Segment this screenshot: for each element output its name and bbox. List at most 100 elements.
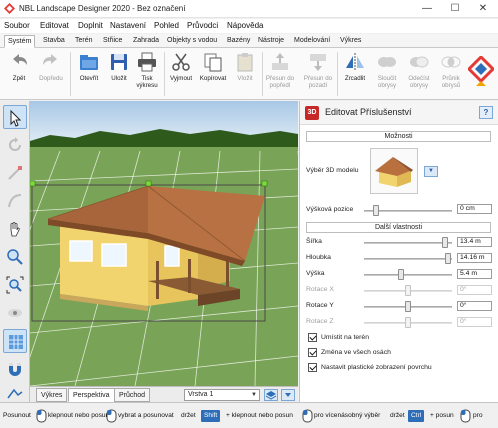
- mouse-icon: [460, 409, 471, 423]
- measure-tool[interactable]: [3, 161, 27, 185]
- menu-soubor[interactable]: Soubor: [4, 21, 30, 30]
- tab-vykres-view[interactable]: Výkres: [36, 388, 68, 402]
- tab-bazeny[interactable]: Bazény: [224, 35, 253, 48]
- tab-modelovani[interactable]: Modelování: [291, 35, 333, 48]
- undo-button[interactable]: Zpět: [2, 51, 36, 97]
- layer-select[interactable]: Vrstva 1 ▼: [184, 389, 260, 401]
- tab-zahrada[interactable]: Zahrada: [130, 35, 162, 48]
- tab-pruchod[interactable]: Průchod: [114, 388, 151, 402]
- view-tool[interactable]: [3, 301, 27, 325]
- paste-button[interactable]: Vložit: [228, 51, 262, 97]
- rotation-x-field[interactable]: 0°: [457, 285, 492, 295]
- width-label: Šířka: [306, 238, 322, 245]
- tab-teren[interactable]: Terén: [72, 35, 96, 48]
- print-label-1: Tisk: [141, 75, 153, 82]
- plastic-surface-checkbox[interactable]: [308, 363, 317, 372]
- bring-front-button[interactable]: Přesun do popředí: [263, 51, 297, 97]
- maximize-button[interactable]: ☐: [441, 0, 469, 18]
- intersect-label-2: obrysů: [441, 82, 461, 89]
- rotation-y-field[interactable]: 0°: [457, 301, 492, 311]
- height-position-field[interactable]: 0 cm: [457, 204, 492, 214]
- menu-pohled[interactable]: Pohled: [154, 21, 179, 30]
- paste-label: Vložit: [237, 75, 253, 82]
- menu-napoveda[interactable]: Nápověda: [227, 21, 263, 30]
- mirror-button[interactable]: Zrcadlit: [338, 51, 372, 97]
- tab-stavba[interactable]: Stavba: [40, 35, 68, 48]
- selection-handle[interactable]: [30, 180, 36, 187]
- height-field[interactable]: 5.4 m: [457, 269, 492, 279]
- send-back-button[interactable]: Přesun do pozadí: [301, 51, 335, 97]
- menu-doplnit[interactable]: Doplnit: [78, 21, 103, 30]
- width-slider-knob[interactable]: [441, 237, 448, 248]
- menu-editovat[interactable]: Editovat: [40, 21, 69, 30]
- model-dropdown-button[interactable]: ▼: [424, 166, 438, 177]
- height-slider-knob[interactable]: [397, 269, 404, 280]
- cut-button[interactable]: Vyjmout: [164, 51, 198, 97]
- rotate-tool[interactable]: [3, 133, 27, 157]
- zoom-extents-tool[interactable]: [3, 273, 27, 297]
- tab-system[interactable]: Systém: [4, 35, 36, 48]
- magnet-tool[interactable]: [3, 357, 27, 381]
- status-hint-1: klepnout nebo posun: [48, 412, 110, 419]
- height-position-slider-knob[interactable]: [373, 205, 379, 216]
- mouse-icon: [302, 409, 313, 423]
- rotation-y-slider-knob[interactable]: [405, 301, 411, 312]
- selection-handle[interactable]: [145, 180, 152, 187]
- open-button[interactable]: Otevřít: [72, 51, 106, 97]
- subtract-outlines-button[interactable]: Odečíst obrysy: [402, 51, 436, 97]
- tab-strice[interactable]: Střiice: [100, 35, 125, 48]
- zoom-tool[interactable]: [3, 245, 27, 269]
- all-axes-checkbox[interactable]: [308, 348, 317, 357]
- shift-key-badge: Shift: [201, 410, 221, 422]
- depth-slider[interactable]: [364, 258, 452, 260]
- tab-objekty-s-vodou[interactable]: Objekty s vodou: [164, 35, 220, 48]
- status-hint-6: pro: [473, 412, 483, 419]
- tab-perspektiva[interactable]: Perspektiva: [68, 388, 115, 402]
- layers-button[interactable]: [264, 389, 278, 401]
- merge-outlines-button[interactable]: Sloučit obrysy: [370, 51, 404, 97]
- panel-header: 3D Editovat Příslušenství ?: [300, 101, 498, 125]
- close-button[interactable]: ✕: [469, 0, 497, 18]
- tab-vykres[interactable]: Výkres: [337, 35, 364, 48]
- minimize-button[interactable]: —: [413, 0, 441, 18]
- more-properties-header: Další vlastnosti: [306, 222, 491, 233]
- intersect-label-1: Průnik: [442, 75, 460, 82]
- copy-button[interactable]: Kopírovat: [196, 51, 230, 97]
- ribbon-tabs: Systém Stavba Terén Střiice Zahrada Obje…: [0, 34, 498, 48]
- redo-icon: [43, 54, 57, 65]
- curve-tool[interactable]: [3, 189, 27, 213]
- subtract-icon: [410, 56, 429, 68]
- model-thumbnail[interactable]: [370, 148, 418, 194]
- pan-tool[interactable]: [3, 217, 27, 241]
- mirror-icon: [346, 53, 364, 71]
- help-button[interactable]: ?: [479, 106, 493, 119]
- open-label: Otevřít: [79, 75, 99, 82]
- place-on-terrain-checkbox[interactable]: [308, 333, 317, 342]
- layer-dropdown-button[interactable]: [281, 389, 295, 401]
- viewport-tabs: Výkres Perspektiva Průchod Vrstva 1 ▼: [30, 386, 298, 402]
- rotation-z-field[interactable]: 0°: [457, 317, 492, 327]
- menu-pruvodci[interactable]: Průvodci: [187, 21, 218, 30]
- scene-3d[interactable]: [30, 101, 298, 386]
- rotation-x-slider-knob[interactable]: [405, 285, 411, 296]
- intersect-outlines-button[interactable]: Průnik obrysů: [434, 51, 468, 97]
- tab-nastroje[interactable]: Nástroje: [255, 35, 287, 48]
- width-slider[interactable]: [364, 242, 452, 244]
- depth-slider-knob[interactable]: [444, 253, 451, 264]
- arrow-pointer-icon: [10, 109, 22, 127]
- grid-tool[interactable]: [3, 329, 27, 353]
- perspective-viewport[interactable]: [30, 101, 298, 386]
- print-button[interactable]: Tisk výkresu: [130, 51, 164, 97]
- height-slider[interactable]: [364, 274, 452, 276]
- redo-label: Dopředu: [39, 75, 63, 82]
- brand-logo-icon: [468, 56, 494, 86]
- rotation-z-slider-knob[interactable]: [405, 317, 411, 328]
- printer-icon: [138, 52, 156, 72]
- selection-handle[interactable]: [261, 180, 268, 187]
- merge-label-2: obrysy: [377, 82, 397, 89]
- width-field[interactable]: 13.4 m: [457, 237, 492, 247]
- depth-field[interactable]: 14.16 m: [457, 253, 492, 263]
- redo-button[interactable]: Dopředu: [34, 51, 68, 97]
- menu-nastaveni[interactable]: Nastavení: [110, 21, 146, 30]
- select-tool[interactable]: [3, 105, 27, 129]
